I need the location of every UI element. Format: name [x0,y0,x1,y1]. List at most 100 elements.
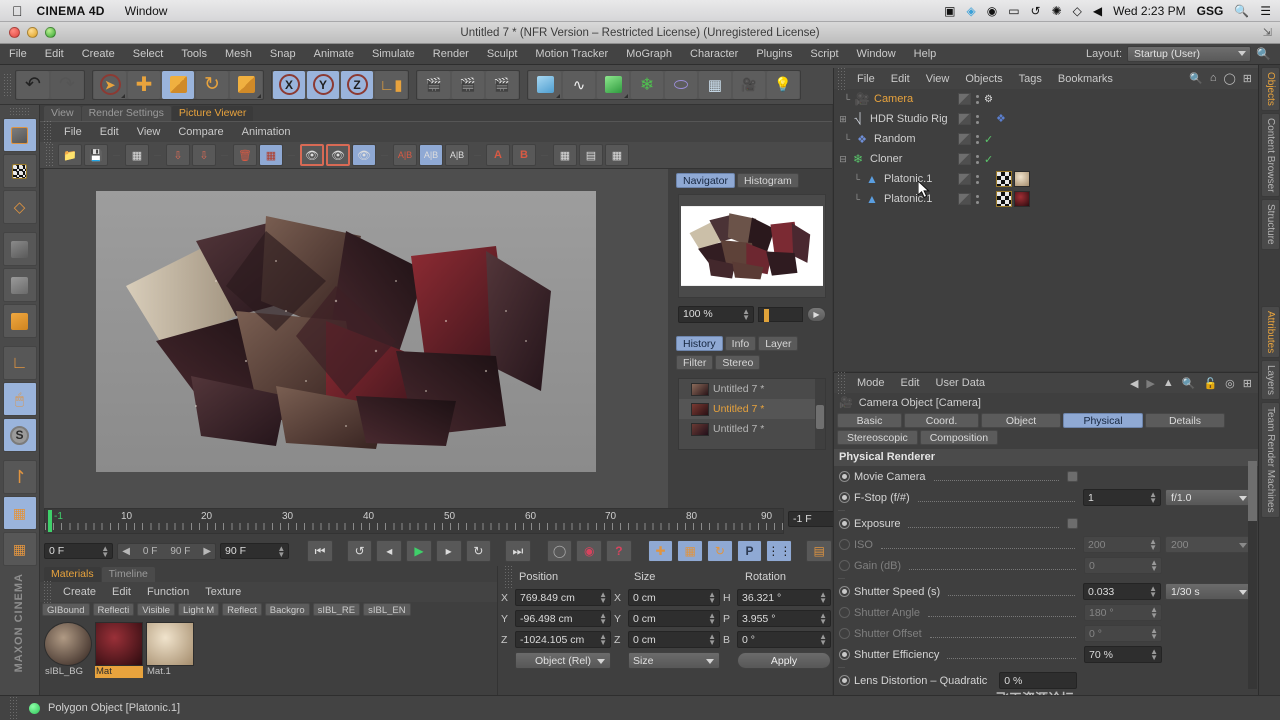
set-b-icon[interactable]: B [512,144,536,166]
materials-menu-texture[interactable]: Texture [197,586,249,598]
tab-composition[interactable]: Composition [919,430,999,445]
save-file-icon[interactable]: 💾 [84,144,108,166]
axis-tag-icon[interactable]: ⚙ [984,94,993,105]
spinner-icon[interactable]: ▲▼ [742,308,750,322]
materials-menu-create[interactable]: Create [55,586,104,598]
om-menu-file[interactable]: File [849,73,883,85]
edge-tab-content-browser[interactable]: Content Browser [1261,112,1280,198]
object-manager-grip[interactable] [837,66,846,91]
render-region-icon[interactable]: 🎬 [452,70,484,99]
f-stop-select[interactable]: f/1.0 [1165,489,1253,506]
spinner-icon[interactable]: ▲▼ [101,545,109,559]
pv-toolbar-grip[interactable] [45,143,54,167]
tab-picture-viewer[interactable]: Picture Viewer [171,106,254,121]
key-rotation-icon[interactable]: ↻ [707,540,733,562]
material-item[interactable]: Mat.1 [146,622,194,678]
object-visibility-dots[interactable] [958,189,979,209]
filter-chip[interactable]: Visible [137,603,176,616]
edge-tab-objects[interactable]: Objects [1261,67,1280,111]
lock-icon[interactable]: 🔓 [1203,377,1217,390]
viewport-solo-icon[interactable]: 🖱 [2,382,37,416]
dot-column-icon[interactable] [976,134,979,144]
navigator-zoom-field[interactable]: 100 % ▲ ▼ [678,306,754,323]
table-row[interactable]: └ ❖ Random ✓ [834,129,1258,149]
menu-script[interactable]: Script [801,44,847,65]
radio-icon[interactable] [839,675,850,686]
ab-mode-2-icon[interactable]: A|B [419,144,443,166]
attributes-grip[interactable] [837,371,846,395]
position-x-field[interactable]: 769.849 cm ▲ ▼ [515,589,611,606]
size-y-field[interactable]: 0 cm ▲ ▼ [628,610,720,627]
tab-stereo[interactable]: Stereo [715,355,761,370]
tab-history[interactable]: History [676,336,723,351]
key-param-icon[interactable]: P [736,540,763,562]
dot-column-icon[interactable] [976,194,979,204]
model-mode-icon[interactable] [2,118,37,152]
attr-menu-user-data[interactable]: User Data [928,377,994,389]
points-mode-icon[interactable] [2,232,37,266]
menu-select[interactable]: Select [124,44,173,65]
filter-chip[interactable]: Light M [178,603,220,616]
airplay-icon[interactable]: ▭ [1008,5,1019,17]
tab-object[interactable]: Object [981,413,1061,428]
app-name-label[interactable]: CINEMA 4D [37,4,105,18]
tab-render-settings[interactable]: Render Settings [81,106,171,121]
edge-tab-layers[interactable]: Layers [1261,360,1280,401]
bluetooth-icon[interactable]: ✺ [1052,5,1062,17]
send-to-icon[interactable]: ⇩ [166,144,190,166]
list-item[interactable]: Untitled 7 * [679,379,825,399]
table-row[interactable]: └ ▲ Platonic.1 [834,189,1258,209]
axis-modify-icon[interactable]: ∟ [2,346,37,380]
materials-menu-edit[interactable]: Edit [104,586,139,598]
menu-simulate[interactable]: Simulate [363,44,424,65]
history-scrollbar[interactable] [815,379,825,449]
om-menu-tags[interactable]: Tags [1011,73,1050,85]
enabled-check-icon[interactable]: ✓ [984,133,993,146]
menu-edit[interactable]: Edit [36,44,73,65]
start-frame-field[interactable]: 0 F ▲ ▼ [44,543,114,559]
visibility-flag-icon[interactable] [958,173,971,185]
object-visibility-dots[interactable]: ⚙ [958,89,993,109]
light-icon[interactable]: 💡 [767,70,799,99]
tab-info[interactable]: Info [724,336,757,351]
spinner-icon[interactable]: ▲▼ [1150,648,1158,662]
object-visibility-dots[interactable]: ✓ [958,129,993,149]
texture-mode-icon[interactable] [2,154,37,188]
preview-range-field[interactable]: ◀ 0 F 90 F ▶ [117,542,217,560]
visibility-flag-icon[interactable] [958,113,971,125]
play-icon[interactable]: ▶ [406,540,432,562]
spinner-icon[interactable]: ▲▼ [819,591,827,605]
rotation-p-field[interactable]: 3.955 ° ▲ ▼ [737,610,831,627]
shutter-efficiency-field[interactable]: 70 % ▲ ▼ [1084,646,1162,663]
camera-icon[interactable]: 🎥 [733,70,765,99]
filter-chip[interactable]: Reflecti [92,603,135,616]
menu-plugins[interactable]: Plugins [747,44,801,65]
pv-menu-compare[interactable]: Compare [169,126,232,138]
axis-y-icon[interactable]: Y [307,70,339,99]
edges-mode-icon[interactable] [2,268,37,302]
dot-column-icon[interactable] [976,154,979,164]
end-frame-field[interactable]: 90 F ▲ ▼ [220,543,290,559]
attr-menu-edit[interactable]: Edit [893,377,928,389]
compare-a-icon[interactable]: 👁 [300,144,324,166]
texture-tag-icon[interactable] [996,191,1012,207]
target-icon[interactable]: ◎ [1225,377,1235,390]
polygons-mode-icon[interactable] [2,304,37,338]
spinner-icon[interactable]: ▲▼ [819,612,827,626]
attr-menu-mode[interactable]: Mode [849,377,893,389]
material-tag-icon[interactable] [1014,171,1030,187]
object-visibility-dots[interactable] [958,109,979,129]
texture-tag-icon[interactable] [996,171,1012,187]
tab-materials[interactable]: Materials [44,567,101,582]
table-row[interactable]: ⊞ ⎷ HDR Studio Rig ❖ [834,109,1258,129]
go-to-end-icon[interactable]: ⏭ [505,540,531,562]
exposure-checkbox[interactable] [1067,518,1078,529]
spinner-icon[interactable]: ▲▼ [708,612,716,626]
environment-icon[interactable]: ▦ [699,70,731,99]
om-menu-edit[interactable]: Edit [883,73,918,85]
menu-character[interactable]: Character [681,44,747,65]
menu-window[interactable]: Window [125,4,168,18]
tab-filter[interactable]: Filter [676,355,714,370]
position-y-field[interactable]: -96.498 cm ▲ ▼ [515,610,611,627]
material-item[interactable]: Mat [95,622,143,678]
